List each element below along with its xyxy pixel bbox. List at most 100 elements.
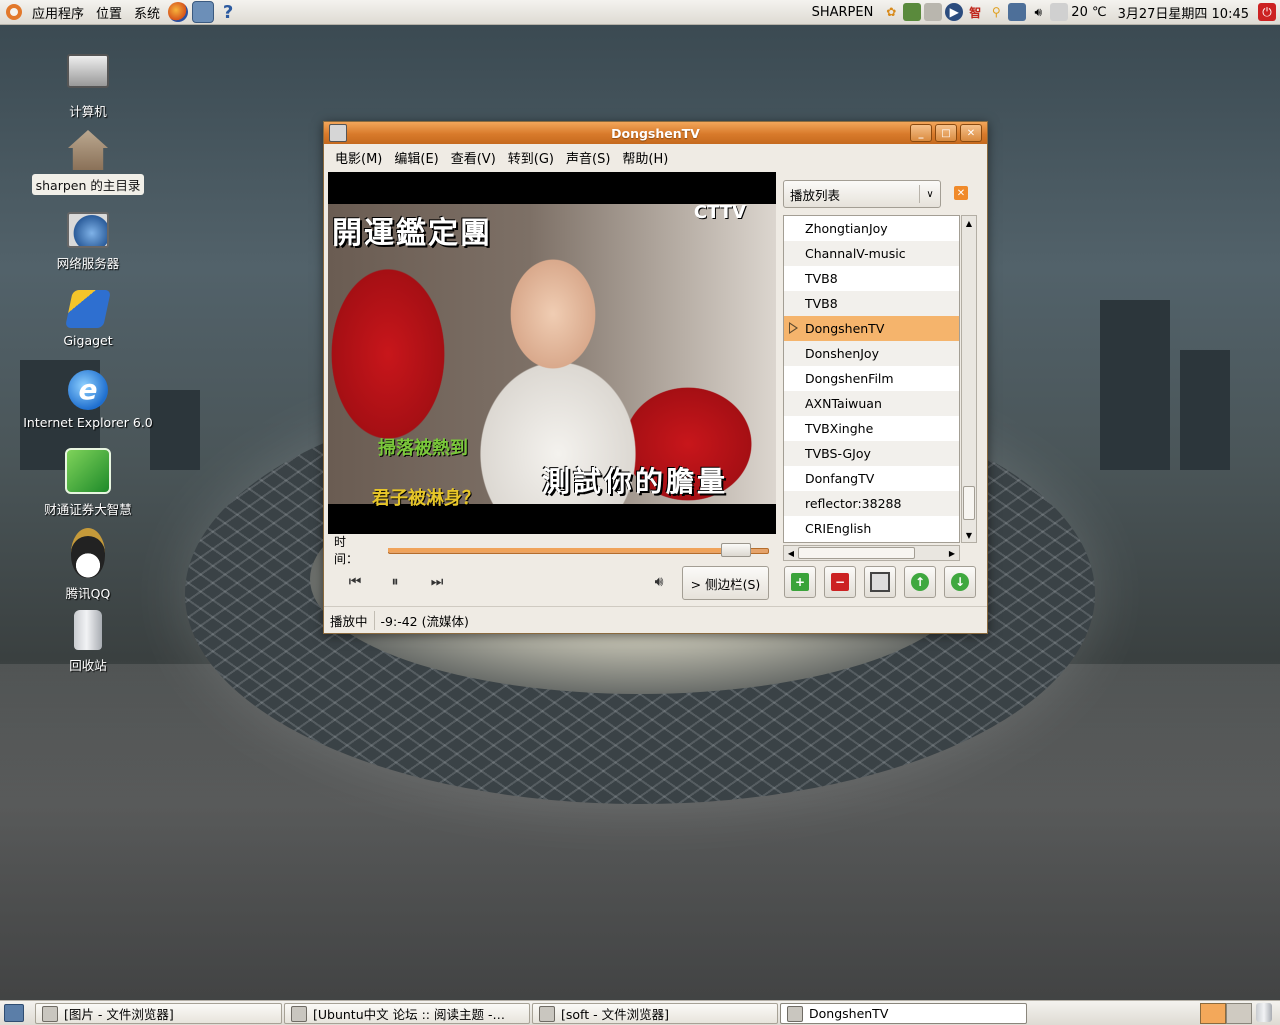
- add-icon: +: [791, 573, 809, 591]
- printer-icon[interactable]: [924, 3, 943, 21]
- seek-thumb[interactable]: [720, 543, 751, 557]
- video-caption-green: 掃落被熱到: [378, 438, 468, 459]
- playlist-item-label: DonfangTV: [805, 471, 875, 486]
- desktop-icon-network[interactable]: 网络服务器: [13, 212, 163, 273]
- playlist-item[interactable]: reflector:38288: [784, 491, 959, 516]
- playlist-remove-button[interactable]: −: [824, 566, 856, 598]
- sidebar-close-icon[interactable]: ✕: [954, 186, 968, 200]
- playlist-item-label: ChannalV-music: [805, 246, 906, 261]
- menu-places[interactable]: 位置: [90, 0, 128, 24]
- ubuntu-logo-icon[interactable]: [6, 4, 22, 20]
- playlist-item[interactable]: TVBS-GJoy: [784, 441, 959, 466]
- video-banner-text: 開運鑑定團: [332, 216, 492, 251]
- taskbar-button[interactable]: [图片 - 文件浏览器]: [35, 1003, 282, 1024]
- statusbar: 播放中 -9:-42 (流媒体): [324, 606, 987, 633]
- chevron-down-icon: ∨: [919, 185, 940, 203]
- scroll-down-icon[interactable]: ▼: [962, 528, 976, 542]
- firefox-launcher-icon[interactable]: [168, 2, 189, 22]
- sidebar-toggle-button[interactable]: > 侧边栏(S): [682, 566, 769, 600]
- playlist-down-button[interactable]: ↓: [944, 566, 976, 598]
- playlist-add-button[interactable]: +: [784, 566, 816, 598]
- workspace-1[interactable]: [1200, 1003, 1226, 1024]
- playlist-item[interactable]: TVBXinghe: [784, 416, 959, 441]
- help-launcher-icon[interactable]: ?: [218, 2, 238, 23]
- sidebar-selector[interactable]: 播放列表 ∨: [783, 180, 941, 208]
- taskbar-button-label: DongshenTV: [809, 1006, 889, 1021]
- playlist-item[interactable]: AXNTaiwuan: [784, 391, 959, 416]
- menu-sound[interactable]: 声音(S): [560, 148, 616, 167]
- previous-chapter-button[interactable]: ⏮︎: [340, 565, 370, 599]
- playlist-vertical-scrollbar[interactable]: ▲ ▼: [961, 215, 977, 543]
- playlist-item-label: TVBXinghe: [805, 421, 874, 436]
- qq-icon: [71, 528, 105, 578]
- scroll-up-icon[interactable]: ▲: [962, 216, 976, 230]
- volume-button[interactable]: 🔊︎: [644, 565, 674, 599]
- menu-view[interactable]: 查看(V): [445, 148, 502, 167]
- playlist-item[interactable]: TVB8: [784, 291, 959, 316]
- stardict-icon[interactable]: [903, 3, 922, 21]
- pidgin-icon[interactable]: ✿: [882, 3, 900, 21]
- playlist-horizontal-scrollbar[interactable]: ◀ ▶: [783, 545, 960, 561]
- playlist-item[interactable]: DonshenJoy: [784, 341, 959, 366]
- vertical-scroll-thumb[interactable]: [963, 486, 975, 520]
- network-icon[interactable]: [1008, 3, 1027, 21]
- desktop-icon-computer[interactable]: 计算机: [13, 50, 163, 121]
- menubar: 电影(M) 编辑(E) 查看(V) 转到(G) 声音(S) 帮助(H): [324, 144, 987, 170]
- menu-applications[interactable]: 应用程序: [26, 0, 90, 24]
- stock-app-icon: [65, 448, 111, 494]
- close-button[interactable]: ✕: [960, 124, 982, 142]
- workspace-2[interactable]: [1226, 1003, 1252, 1024]
- playlist-item-label: DonshenJoy: [805, 346, 879, 361]
- playlist-up-button[interactable]: ↑: [904, 566, 936, 598]
- maximize-button[interactable]: □: [935, 124, 957, 142]
- player-icon[interactable]: ▶: [945, 3, 964, 21]
- menu-movie[interactable]: 电影(M): [329, 148, 388, 167]
- clock[interactable]: 3月27日星期四 10:45: [1118, 3, 1249, 22]
- scroll-left-icon[interactable]: ◀: [784, 546, 798, 560]
- playlist-item[interactable]: DongshenFilm: [784, 366, 959, 391]
- taskbar-button[interactable]: [Ubuntu中文 论坛 :: 阅读主题 -…: [284, 1003, 530, 1024]
- desktop-icon-qq[interactable]: 腾讯QQ: [13, 528, 163, 603]
- playlist-item[interactable]: ZhongtianJoy: [784, 216, 959, 241]
- menu-edit[interactable]: 编辑(E): [388, 148, 444, 167]
- desktop-icon-gigaget[interactable]: Gigaget: [13, 290, 163, 349]
- video-area[interactable]: 開運鑑定團 CTTV 掃落被熱到 測試你的膽量 君子被淋身？: [328, 172, 776, 534]
- taskbar-button-label: [图片 - 文件浏览器]: [64, 1007, 174, 1022]
- show-desktop-icon[interactable]: [4, 1004, 24, 1022]
- video-caption-yellow: 君子被淋身？: [372, 488, 480, 509]
- logout-icon[interactable]: ⏻: [1258, 3, 1276, 21]
- window-titlebar[interactable]: DongshenTV _ □ ✕: [324, 122, 987, 144]
- search-icon[interactable]: ⚲: [987, 3, 1005, 21]
- playlist-item[interactable]: CRIEnglish: [784, 516, 959, 541]
- volume-icon[interactable]: 🔊︎: [1029, 3, 1047, 21]
- trash-icon: [74, 610, 102, 650]
- playlist-save-button[interactable]: [864, 566, 896, 598]
- seek-slider[interactable]: [387, 543, 769, 557]
- desktop-icon-trash[interactable]: 回收站: [13, 610, 163, 675]
- desktop-icon-home[interactable]: sharpen 的主目录: [13, 130, 163, 195]
- input-method-icon[interactable]: 智: [966, 3, 984, 21]
- menu-system[interactable]: 系统: [128, 0, 166, 24]
- playlist-item[interactable]: TVB8: [784, 266, 959, 291]
- menu-help[interactable]: 帮助(H): [616, 148, 674, 167]
- desktop-icon-stock[interactable]: 财通证券大智慧: [13, 448, 163, 519]
- weather-temp[interactable]: 20 ℃: [1071, 5, 1106, 20]
- scroll-right-icon[interactable]: ▶: [945, 546, 959, 560]
- menu-go[interactable]: 转到(G): [502, 148, 560, 167]
- horizontal-scroll-thumb[interactable]: [798, 547, 915, 559]
- weather-icon[interactable]: [1050, 3, 1069, 21]
- playlist-item[interactable]: DongshenTV: [784, 316, 959, 341]
- playlist-item[interactable]: ChannalV-music: [784, 241, 959, 266]
- taskbar-button[interactable]: DongshenTV: [780, 1003, 1027, 1024]
- pause-button[interactable]: ⏸︎: [380, 565, 410, 599]
- trash-applet-icon[interactable]: [1256, 1003, 1272, 1022]
- taskbar-button[interactable]: [soft - 文件浏览器]: [532, 1003, 778, 1024]
- minimize-button[interactable]: _: [910, 124, 932, 142]
- app-window-icon[interactable]: [329, 124, 347, 142]
- email-launcher-icon[interactable]: [192, 1, 215, 23]
- desktop-icon-ie[interactable]: e Internet Explorer 6.0: [13, 370, 163, 431]
- next-chapter-button[interactable]: ⏭︎: [422, 565, 452, 599]
- playlist-item-label: TVB8: [805, 296, 838, 311]
- user-name[interactable]: SHARPEN: [812, 5, 874, 20]
- playlist-item[interactable]: DonfangTV: [784, 466, 959, 491]
